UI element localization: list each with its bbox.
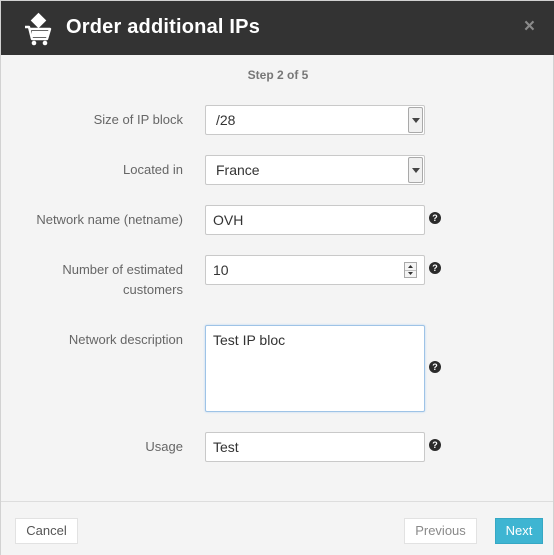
customers-label: Number of estimated customers bbox=[62, 260, 183, 300]
help-icon[interactable]: ? bbox=[429, 439, 441, 451]
previous-button[interactable]: Previous bbox=[404, 518, 477, 544]
description-label: Network description bbox=[68, 332, 183, 347]
help-icon[interactable]: ? bbox=[429, 361, 441, 373]
description-textarea[interactable]: Test IP bloc bbox=[205, 325, 425, 412]
customers-label-line1: Number of estimated bbox=[62, 262, 183, 277]
usage-input[interactable]: Test bbox=[205, 432, 425, 462]
location-select[interactable]: France bbox=[205, 155, 425, 185]
step-indicator: Step 2 of 5 bbox=[247, 68, 309, 82]
help-icon[interactable]: ? bbox=[429, 262, 441, 274]
customers-number-input[interactable]: 10 bbox=[205, 255, 425, 285]
usage-label: Usage bbox=[145, 439, 183, 454]
close-icon[interactable]: × bbox=[524, 17, 535, 36]
cart-icon bbox=[23, 12, 53, 46]
dialog-footer: Cancel Previous Next bbox=[1, 501, 553, 555]
netname-value: OVH bbox=[213, 212, 244, 228]
number-stepper[interactable] bbox=[404, 262, 417, 278]
cancel-button[interactable]: Cancel bbox=[15, 518, 78, 544]
location-value: France bbox=[216, 162, 260, 178]
usage-value: Test bbox=[213, 439, 239, 455]
netname-input[interactable]: OVH bbox=[205, 205, 425, 235]
chevron-down-icon[interactable] bbox=[408, 157, 423, 183]
dialog-title: Order additional IPs bbox=[66, 16, 261, 38]
dialog-header: Order additional IPs × bbox=[1, 1, 554, 55]
chevron-down-icon[interactable] bbox=[408, 107, 423, 133]
description-value: Test IP bloc bbox=[213, 332, 286, 348]
ip-block-size-select[interactable]: /28 bbox=[205, 105, 425, 135]
next-button[interactable]: Next bbox=[495, 518, 543, 544]
help-icon[interactable]: ? bbox=[429, 212, 441, 224]
ip-block-size-label: Size of IP block bbox=[93, 112, 183, 127]
netname-label: Network name (netname) bbox=[36, 212, 183, 227]
customers-label-line2: customers bbox=[123, 282, 183, 297]
ip-block-size-value: /28 bbox=[216, 112, 236, 128]
location-label: Located in bbox=[123, 162, 183, 177]
customers-value: 10 bbox=[213, 262, 229, 278]
order-ips-dialog: Order additional IPs × Step 2 of 5 Size … bbox=[0, 0, 554, 555]
stepper-down-icon[interactable] bbox=[405, 270, 416, 277]
